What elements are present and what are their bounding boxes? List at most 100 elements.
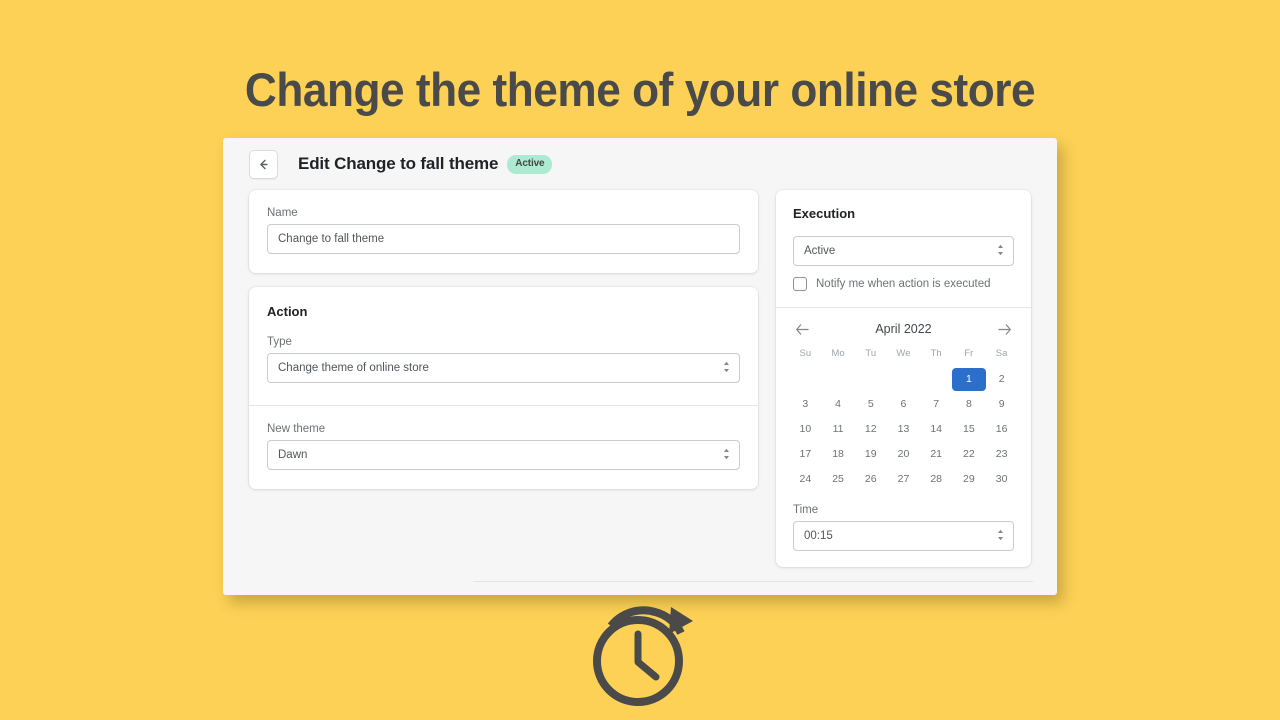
calendar-week-row: 1 2 <box>789 367 1018 392</box>
calendar-day-cell[interactable]: 23 <box>985 442 1018 467</box>
time-select[interactable]: 00:15 <box>793 521 1014 551</box>
calendar-day[interactable]: 11 <box>822 419 855 440</box>
calendar-day[interactable]: 10 <box>789 419 822 440</box>
calendar-day-cell[interactable]: 7 <box>920 392 953 417</box>
new-theme-label: New theme <box>267 423 326 435</box>
calendar-week-row: 17 18 19 20 21 22 23 <box>789 442 1018 467</box>
calendar-day[interactable]: 24 <box>789 469 822 490</box>
calendar-day-cell[interactable]: 5 <box>854 392 887 417</box>
calendar-day-cell[interactable]: 22 <box>953 442 986 467</box>
calendar-day[interactable]: 16 <box>985 419 1018 440</box>
calendar-day[interactable]: 9 <box>985 394 1018 415</box>
calendar-day[interactable]: 7 <box>920 394 953 415</box>
calendar-month-label: April 2022 <box>875 322 932 336</box>
calendar-day-cell[interactable]: 30 <box>985 467 1018 492</box>
calendar-day[interactable]: 18 <box>822 444 855 465</box>
notify-checkbox-label: Notify me when action is executed <box>816 278 991 290</box>
calendar-weekday: We <box>896 348 911 359</box>
chevron-updown-icon <box>996 528 1005 545</box>
type-select[interactable]: Change theme of online store <box>267 353 740 383</box>
calendar-day-cell[interactable]: 16 <box>985 417 1018 442</box>
execution-status-select[interactable]: Active <box>793 236 1014 266</box>
calendar-day-cell[interactable]: 26 <box>854 467 887 492</box>
calendar-day-cell[interactable]: 20 <box>887 442 920 467</box>
calendar-day-cell[interactable]: 6 <box>887 392 920 417</box>
calendar-day-cell[interactable]: 4 <box>822 392 855 417</box>
calendar-day-cell[interactable]: 18 <box>822 442 855 467</box>
calendar-day-cell[interactable]: 3 <box>789 392 822 417</box>
execution-card: Execution Active Notify me when action i <box>776 190 1031 567</box>
calendar-day-cell <box>887 367 920 392</box>
calendar-day-cell-selected[interactable]: 1 <box>952 367 986 392</box>
calendar-day[interactable]: 26 <box>854 469 887 490</box>
left-column: Name Change to fall theme Action Type Ch… <box>249 190 758 489</box>
calendar-day[interactable]: 5 <box>854 394 887 415</box>
time-section: Time 00:15 <box>776 500 1031 567</box>
calendar-day[interactable]: 17 <box>789 444 822 465</box>
calendar-day-cell[interactable]: 2 <box>985 367 1018 392</box>
calendar-day[interactable]: 28 <box>920 469 953 490</box>
calendar-day-cell[interactable]: 29 <box>953 467 986 492</box>
clock-arrow-icon <box>583 604 701 708</box>
calendar-day[interactable]: 21 <box>920 444 953 465</box>
calendar-day-cell[interactable]: 9 <box>985 392 1018 417</box>
calendar-day[interactable]: 19 <box>854 444 887 465</box>
calendar-day-cell[interactable]: 19 <box>854 442 887 467</box>
calendar-week-row: 3 4 5 6 7 8 9 <box>789 392 1018 417</box>
calendar-day[interactable]: 23 <box>985 444 1018 465</box>
calendar-day-cell[interactable]: 17 <box>789 442 822 467</box>
new-theme-select[interactable]: Dawn <box>267 440 740 470</box>
calendar-day[interactable]: 30 <box>985 469 1018 490</box>
calendar-day[interactable]: 29 <box>953 469 986 490</box>
chevron-updown-icon <box>722 360 731 377</box>
calendar-day-selected[interactable]: 1 <box>952 369 986 390</box>
calendar-day[interactable]: 25 <box>822 469 855 490</box>
time-value: 00:15 <box>804 530 833 542</box>
calendar-body: 1 2 3 4 5 6 7 8 9 10 11 12 13 14 15 16 1… <box>789 367 1018 492</box>
type-label: Type <box>267 336 292 348</box>
notify-checkbox-row[interactable]: Notify me when action is executed <box>793 277 1014 291</box>
calendar-day[interactable]: 12 <box>854 419 887 440</box>
calendar-day-cell[interactable]: 24 <box>789 467 822 492</box>
calendar-day[interactable]: 14 <box>920 419 953 440</box>
calendar-day-cell[interactable]: 11 <box>822 417 855 442</box>
calendar-day-cell[interactable]: 28 <box>920 467 953 492</box>
page-title: Edit Change to fall theme Active <box>298 154 553 174</box>
calendar-day-cell[interactable]: 8 <box>953 392 986 417</box>
content-area: Name Change to fall theme Action Type Ch… <box>223 190 1057 567</box>
calendar-header: April 2022 <box>789 322 1018 336</box>
arrow-left-icon <box>256 157 271 172</box>
calendar-day <box>789 369 822 390</box>
calendar-day[interactable]: 13 <box>887 419 920 440</box>
calendar-day[interactable]: 27 <box>887 469 920 490</box>
calendar-day[interactable]: 6 <box>887 394 920 415</box>
calendar-day[interactable]: 3 <box>789 394 822 415</box>
calendar-day[interactable]: 8 <box>953 394 986 415</box>
back-button[interactable] <box>249 149 278 179</box>
calendar-day-cell[interactable]: 25 <box>822 467 855 492</box>
calendar-day[interactable]: 20 <box>887 444 920 465</box>
calendar-day-cell[interactable]: 14 <box>920 417 953 442</box>
calendar-day[interactable]: 2 <box>985 369 1018 390</box>
calendar-day[interactable]: 4 <box>822 394 855 415</box>
page-title-text: Edit Change to fall theme <box>298 154 499 173</box>
calendar-day-cell[interactable]: 21 <box>920 442 953 467</box>
calendar-day[interactable]: 22 <box>953 444 986 465</box>
calendar-day-cell[interactable]: 15 <box>953 417 986 442</box>
calendar-weekday: Su <box>799 348 812 359</box>
calendar-next-button[interactable] <box>997 323 1012 336</box>
notify-checkbox[interactable] <box>793 277 807 291</box>
calendar-day[interactable]: 15 <box>953 419 986 440</box>
calendar: April 2022 Su Mo Tu We Th Fr Sa 1 2 3 4 … <box>776 308 1031 500</box>
calendar-day-cell[interactable]: 27 <box>887 467 920 492</box>
name-input[interactable]: Change to fall theme <box>267 224 740 254</box>
calendar-day <box>854 369 887 390</box>
calendar-day-cell[interactable]: 12 <box>854 417 887 442</box>
calendar-day-cell[interactable]: 10 <box>789 417 822 442</box>
status-badge: Active <box>507 155 553 174</box>
calendar-week-row: 24 25 26 27 28 29 30 <box>789 467 1018 492</box>
calendar-prev-button[interactable] <box>795 323 810 336</box>
calendar-day <box>920 369 953 390</box>
calendar-weekday: Tu <box>865 348 877 359</box>
calendar-day-cell[interactable]: 13 <box>887 417 920 442</box>
